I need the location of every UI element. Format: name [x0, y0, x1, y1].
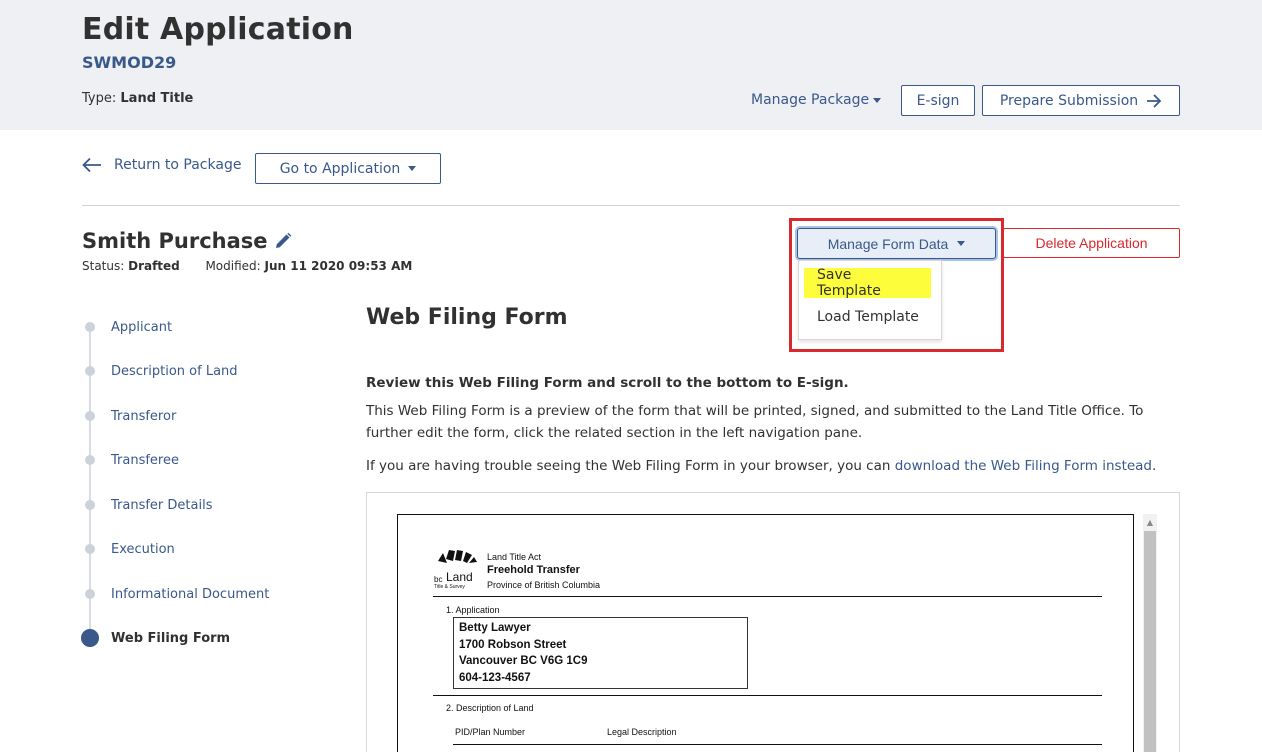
- modified-label: Modified:: [205, 259, 261, 273]
- section-title: Web Filing Form: [366, 305, 568, 330]
- nav-item-applicant[interactable]: Applicant: [111, 320, 172, 335]
- arrow-left-icon: [82, 157, 101, 173]
- load-template-menu-item[interactable]: Load Template: [804, 302, 932, 332]
- form-act: Land Title Act: [487, 552, 542, 562]
- review-description: This Web Filing Form is a preview of the…: [366, 403, 1144, 441]
- return-to-package-label: Return to Package: [114, 157, 242, 173]
- nav-dot: [85, 322, 95, 332]
- form-province: Province of British Columbia: [487, 580, 601, 590]
- logo-text-bc: bc: [434, 575, 443, 584]
- nav-item-transferee[interactable]: Transferee: [111, 453, 179, 468]
- scroll-up-arrow-icon[interactable]: ▲: [1143, 514, 1157, 530]
- nav-dot: [85, 366, 95, 376]
- download-hint: If you are having trouble seeing the Web…: [366, 458, 1156, 474]
- form-name: Freehold Transfer: [487, 564, 580, 576]
- manage-form-data-label: Manage Form Data: [827, 235, 949, 252]
- form-rule: [453, 744, 1102, 745]
- nav-dot: [85, 500, 95, 510]
- type-value: Land Title: [120, 91, 194, 106]
- divider: [82, 205, 1180, 206]
- nav-dot: [85, 589, 95, 599]
- go-to-application-dropdown[interactable]: Go to Application: [255, 153, 441, 184]
- preview-scrollbar-thumb[interactable]: [1144, 531, 1156, 752]
- form-rule: [433, 596, 1102, 597]
- status-label: Status:: [82, 259, 125, 273]
- caret-down-icon: [957, 241, 966, 246]
- delete-application-button[interactable]: Delete Application: [1003, 228, 1180, 258]
- nav-dot-active: [81, 629, 99, 647]
- applicant-line: Vancouver BC V6G 1C9: [459, 655, 588, 667]
- form-rule: [433, 695, 1102, 696]
- download-hint-prefix: If you are having trouble seeing the Web…: [366, 458, 895, 474]
- applicant-line: 604-123-4567: [459, 672, 531, 684]
- save-template-menu-item[interactable]: Save Template: [804, 267, 931, 299]
- manage-form-data-dropdown[interactable]: Manage Form Data: [797, 228, 996, 259]
- nav-item-informational-document[interactable]: Informational Document: [111, 587, 269, 602]
- delete-application-label: Delete Application: [1035, 235, 1148, 251]
- nav-item-description-of-land[interactable]: Description of Land: [111, 364, 238, 379]
- go-to-application-label: Go to Application: [279, 160, 401, 177]
- form-section-application: 1. Application: [446, 605, 500, 615]
- nav-dot: [85, 411, 95, 421]
- pencil-icon[interactable]: [274, 232, 292, 250]
- download-web-filing-form-link[interactable]: download the Web Filing Form instead: [895, 458, 1152, 474]
- logo-text-sub: Title & Survey: [434, 584, 465, 590]
- review-heading: Review this Web Filing Form and scroll t…: [366, 375, 849, 391]
- caret-down-icon: [873, 97, 882, 103]
- applicant-line: 1700 Robson Street: [459, 639, 567, 651]
- page-header: Edit Application SWMOD29 Type: Land Titl…: [0, 0, 1262, 130]
- page-title: Edit Application: [82, 12, 354, 47]
- form-section-description-of-land: 2. Description of Land: [446, 703, 534, 713]
- manage-package-label: Manage Package: [751, 92, 870, 108]
- return-to-package-link[interactable]: Return to Package: [82, 157, 241, 173]
- application-name: Smith Purchase: [82, 229, 292, 253]
- application-name-text: Smith Purchase: [82, 229, 268, 253]
- logo-text-land: Land: [446, 570, 473, 584]
- status-line: Status: Drafted Modified: Jun 11 2020 09…: [82, 259, 412, 273]
- caret-down-icon: [408, 166, 417, 171]
- modified-value: Jun 11 2020 09:53 AM: [264, 259, 413, 273]
- nav-item-execution[interactable]: Execution: [111, 542, 175, 557]
- download-hint-suffix: .: [1152, 458, 1157, 474]
- status-value: Drafted: [128, 259, 180, 273]
- nav-dot: [85, 544, 95, 554]
- manage-form-data-menu: Save Template Load Template: [798, 260, 942, 340]
- nav-item-transfer-details[interactable]: Transfer Details: [111, 498, 212, 513]
- application-type: Type: Land Title: [82, 91, 193, 106]
- prepare-submission-label: Prepare Submission: [999, 92, 1139, 109]
- manage-package-dropdown[interactable]: Manage Package: [751, 92, 882, 108]
- esign-button[interactable]: E-sign: [901, 85, 975, 116]
- esign-label: E-sign: [916, 92, 960, 109]
- nav-item-web-filing-form[interactable]: Web Filing Form: [111, 631, 230, 646]
- application-code: SWMOD29: [82, 53, 177, 72]
- form-col-legal-description: Legal Description: [607, 727, 677, 737]
- prepare-submission-button[interactable]: Prepare Submission: [982, 85, 1180, 116]
- applicant-line: Betty Lawyer: [459, 622, 531, 634]
- arrow-right-icon: [1147, 93, 1162, 108]
- nav-item-transferor[interactable]: Transferor: [111, 409, 176, 424]
- type-label: Type:: [82, 91, 117, 106]
- form-col-pid: PID/Plan Number: [455, 727, 526, 737]
- nav-dot: [85, 455, 95, 465]
